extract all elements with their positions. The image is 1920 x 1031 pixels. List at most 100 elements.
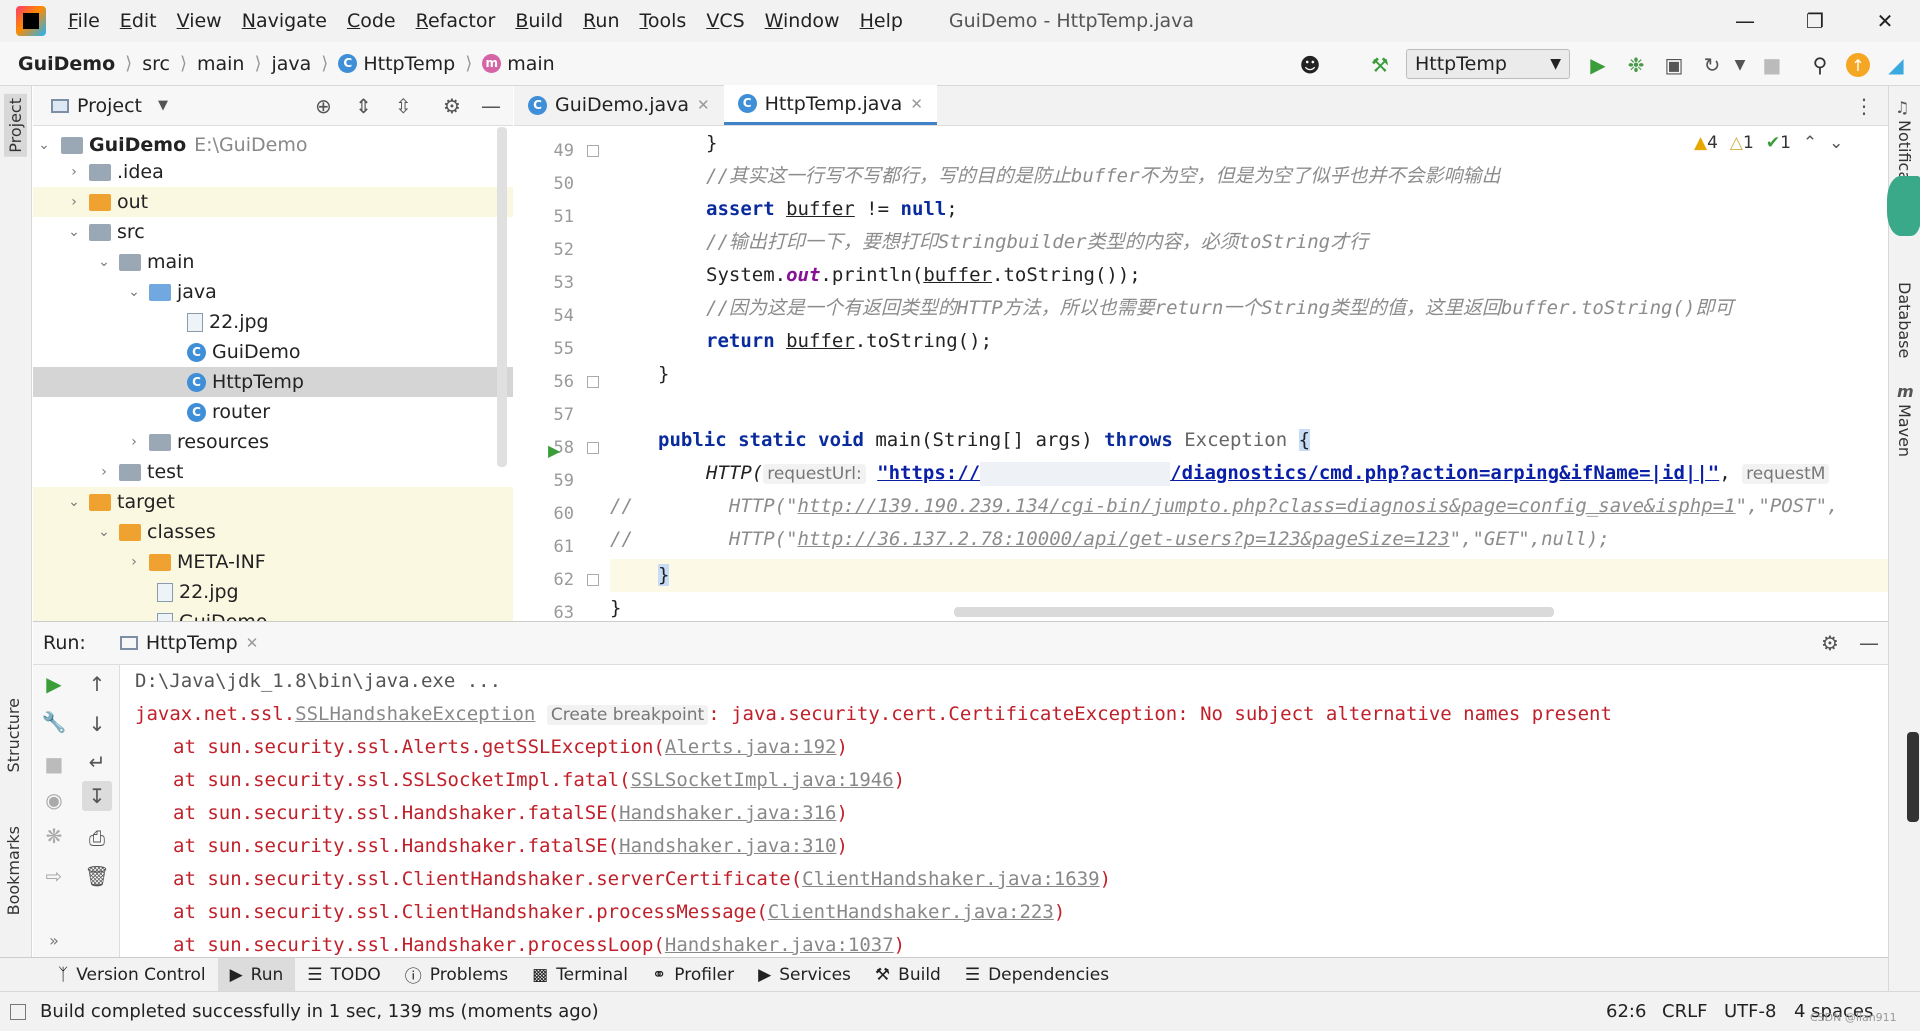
- run-console[interactable]: D:\Java\jdk_1.8\bin\java.exe ... javax.n…: [121, 665, 1871, 957]
- breadcrumb-src[interactable]: src: [142, 53, 170, 75]
- menu-edit[interactable]: Edit: [110, 10, 167, 32]
- menu-vcs[interactable]: VCS: [696, 10, 754, 32]
- tree-node-meta-inf[interactable]: › META-INF: [33, 547, 513, 577]
- exception-link[interactable]: SSLHandshakeException: [295, 703, 535, 725]
- source-link[interactable]: Handshaker.java:310: [619, 835, 836, 857]
- trash-icon[interactable]: 🗑: [82, 861, 112, 891]
- arrow-down-icon[interactable]: ↓: [82, 709, 112, 739]
- source-link[interactable]: Handshaker.java:1037: [665, 934, 894, 956]
- minimize-icon[interactable]: —: [1716, 0, 1774, 42]
- print-icon[interactable]: ⎙: [82, 823, 112, 853]
- structure-tool-tab[interactable]: Structure: [4, 698, 23, 772]
- tree-scrollbar[interactable]: [497, 127, 507, 467]
- tree-node-src[interactable]: ⌄ src: [33, 217, 513, 247]
- tree-node-out[interactable]: › out: [33, 187, 513, 217]
- code-editor[interactable]: 49 50 51 52 53 54 55 56 57 58 59 60 61 6…: [514, 127, 1888, 621]
- tool-tab-profiler[interactable]: ⚭ Profiler: [640, 958, 746, 992]
- run-gutter-icon[interactable]: ▶: [548, 441, 560, 460]
- close-tab-icon[interactable]: ✕: [246, 634, 259, 652]
- close-tab-icon[interactable]: ✕: [910, 95, 923, 113]
- tree-node-httptemp[interactable]: C HttpTemp: [33, 367, 513, 397]
- source-link[interactable]: ClientHandshaker.java:1639: [802, 868, 1099, 890]
- breadcrumb-project[interactable]: GuiDemo: [18, 53, 115, 75]
- more-vertical-icon[interactable]: ⋮: [1854, 94, 1874, 118]
- bell-icon[interactable]: ♫: [1895, 98, 1909, 117]
- scroll-to-end-icon[interactable]: ↧: [82, 781, 112, 811]
- tree-node-idea[interactable]: › .idea: [33, 157, 513, 187]
- database-tool-tab[interactable]: Database: [1895, 282, 1914, 358]
- line-separator[interactable]: CRLF: [1662, 1001, 1707, 1022]
- tree-node-test[interactable]: › test: [33, 457, 513, 487]
- gear-icon[interactable]: ⚙: [1821, 631, 1839, 655]
- tool-tab-run[interactable]: ▶ Run: [217, 957, 296, 992]
- collapse-all-icon[interactable]: ⇳: [395, 94, 412, 118]
- run-icon[interactable]: ▶: [1586, 53, 1610, 77]
- menu-file[interactable]: File: [58, 10, 110, 32]
- chevron-down-icon[interactable]: ⌄: [1829, 133, 1843, 153]
- fold-icon[interactable]: [587, 442, 599, 454]
- tree-node-22-jpg[interactable]: 22.jpg: [33, 307, 513, 337]
- create-breakpoint-link[interactable]: Create breakpoint: [546, 705, 709, 725]
- close-icon[interactable]: ✕: [1856, 0, 1914, 42]
- fold-icon[interactable]: [587, 376, 599, 388]
- camera-icon[interactable]: ◉: [39, 785, 69, 815]
- tree-node-resources[interactable]: › resources: [33, 427, 513, 457]
- menu-tools[interactable]: Tools: [630, 10, 697, 32]
- gear-icon[interactable]: ⚙: [443, 94, 461, 118]
- stop-icon[interactable]: ■: [1760, 53, 1784, 77]
- run-tab-httptemp[interactable]: HttpTemp ✕: [119, 632, 259, 654]
- tree-node-main[interactable]: ⌄ main: [33, 247, 513, 277]
- chevron-up-icon[interactable]: ⌃: [1803, 133, 1817, 153]
- coverage-icon[interactable]: ▣: [1662, 53, 1686, 77]
- user-icon[interactable]: ☻: [1298, 53, 1322, 77]
- source-link[interactable]: SSLSocketImpl.java:1946: [631, 769, 894, 791]
- restore-icon[interactable]: ❐: [1786, 0, 1844, 42]
- tree-node-java[interactable]: ⌄ java: [33, 277, 513, 307]
- menu-refactor[interactable]: Refactor: [406, 10, 506, 32]
- chevron-down-icon[interactable]: ▼: [158, 98, 168, 113]
- tool-tab-services[interactable]: ▶ Services: [746, 958, 863, 992]
- tree-node-target-22-jpg[interactable]: 22.jpg: [33, 577, 513, 607]
- caret-position[interactable]: 62:6: [1606, 1001, 1646, 1022]
- stop-icon[interactable]: ■: [39, 749, 69, 779]
- hide-icon[interactable]: —: [481, 94, 501, 118]
- menu-run[interactable]: Run: [573, 10, 629, 32]
- inspection-widget[interactable]: ▲4 △1 ✔1 ⌃ ⌄: [1694, 133, 1843, 153]
- debug-icon[interactable]: ❉: [1624, 53, 1648, 77]
- build-hammer-icon[interactable]: ⚒: [1368, 53, 1392, 77]
- tool-tab-dependencies[interactable]: ☰ Dependencies: [953, 958, 1121, 992]
- more-icon[interactable]: »: [39, 925, 69, 955]
- file-encoding[interactable]: UTF-8: [1724, 1001, 1776, 1022]
- source-link[interactable]: Alerts.java:192: [665, 736, 837, 758]
- tool-tab-terminal[interactable]: ▩ Terminal: [520, 958, 640, 992]
- tab-guidemo-java[interactable]: C GuiDemo.java ✕: [514, 85, 724, 125]
- tree-node-target-guidemo[interactable]: GuiDemo: [33, 607, 513, 621]
- bookmarks-tool-tab[interactable]: Bookmarks: [4, 826, 23, 915]
- source-link[interactable]: Handshaker.java:316: [619, 802, 836, 824]
- debug-settings-icon[interactable]: ❋: [39, 821, 69, 851]
- jetbrains-icon[interactable]: ◢: [1884, 53, 1908, 77]
- wrench-icon[interactable]: 🔧: [39, 707, 69, 737]
- status-message[interactable]: Build completed successfully in 1 sec, 1…: [40, 1001, 599, 1022]
- close-tab-icon[interactable]: ✕: [697, 96, 710, 114]
- menu-navigate[interactable]: Navigate: [232, 10, 337, 32]
- update-icon[interactable]: ↑: [1846, 53, 1870, 77]
- tree-node-guidemo-class[interactable]: C GuiDemo: [33, 337, 513, 367]
- breadcrumb-method[interactable]: m main: [482, 53, 555, 75]
- breadcrumb-class[interactable]: C HttpTemp: [338, 53, 455, 75]
- locate-icon[interactable]: ⊕: [315, 94, 332, 118]
- toggle-panels-icon[interactable]: [10, 1003, 26, 1020]
- source-link[interactable]: ClientHandshaker.java:223: [768, 901, 1054, 923]
- expand-all-icon[interactable]: ⇕: [355, 94, 372, 118]
- editor-horizontal-scrollbar[interactable]: [954, 607, 1554, 617]
- search-icon[interactable]: ⚲: [1808, 53, 1832, 77]
- maven-tool-tab[interactable]: Maven: [1895, 404, 1914, 457]
- soft-wrap-icon[interactable]: ↵: [82, 747, 112, 777]
- rerun-icon[interactable]: ▶: [39, 669, 69, 699]
- exit-icon[interactable]: ⇨: [39, 861, 69, 891]
- tool-tab-build[interactable]: ⚒ Build: [863, 958, 953, 992]
- menu-help[interactable]: Help: [850, 10, 913, 32]
- tree-node-classes[interactable]: ⌄ classes: [33, 517, 513, 547]
- menu-view[interactable]: View: [167, 10, 232, 32]
- tool-tab-version-control[interactable]: ᛉ Version Control: [46, 958, 218, 992]
